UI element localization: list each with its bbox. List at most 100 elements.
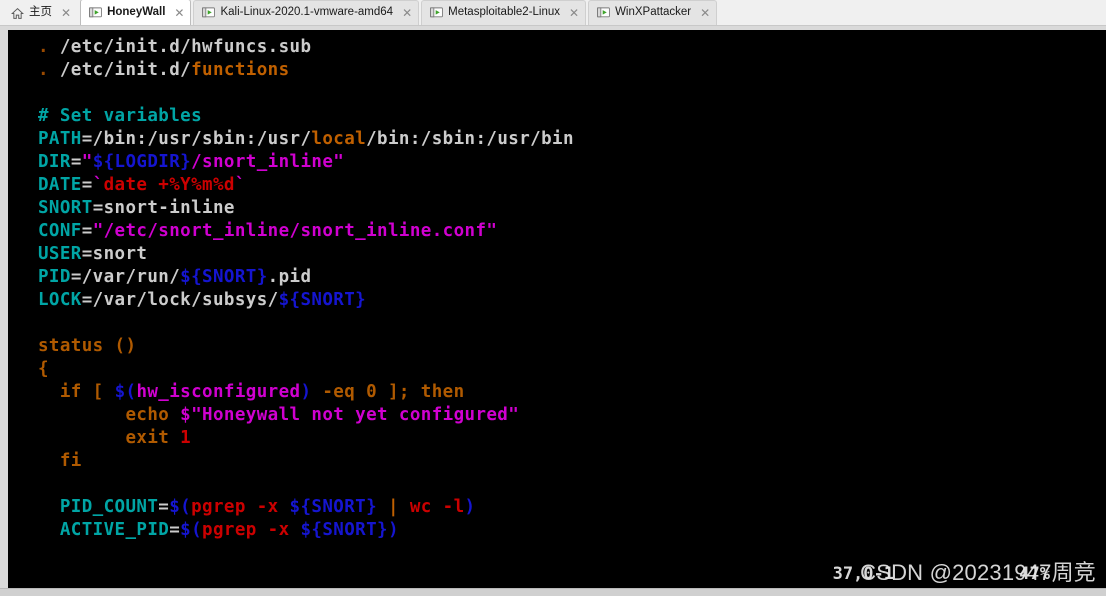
vim-editor-text: . /etc/init.d/hwfuncs.sub. /etc/init.d/f… <box>38 36 574 542</box>
code-token: functions <box>191 60 290 80</box>
code-line: PID=/var/run/${SNORT}.pid <box>38 266 574 289</box>
vmware-workstation-window: 主页 ✕ HoneyWall ✕ Kali-Linux-2020.1-vmware-am… <box>0 0 1106 596</box>
code-token: ACTIVE_PID <box>38 520 170 540</box>
tab-honeywall[interactable]: HoneyWall ✕ <box>80 0 192 25</box>
code-token: .pid <box>267 267 312 287</box>
close-icon[interactable]: ✕ <box>61 7 71 19</box>
code-token: /bin:/sbin:/usr/bin <box>366 129 574 149</box>
code-token: =snort-inline <box>92 198 235 218</box>
code-line: DIR="${LOGDIR}/snort_inline" <box>38 151 574 174</box>
tab-[interactable]: 主页 ✕ <box>2 0 79 25</box>
code-token: 1 <box>180 428 192 448</box>
code-line: { <box>38 358 574 381</box>
code-token: ) <box>387 520 399 540</box>
code-token: hw_isconfigured <box>136 382 301 402</box>
code-token: ${LOGDIR} <box>92 152 192 172</box>
tab-kali-linux-2020-1-vmware-amd64[interactable]: Kali-Linux-2020.1-vmware-amd64 ✕ <box>193 0 420 25</box>
vm-console-frame: . /etc/init.d/hwfuncs.sub. /etc/init.d/f… <box>0 26 1106 596</box>
code-token: = <box>81 221 93 241</box>
code-token: /etc/init.d/ <box>48 60 192 80</box>
code-token: PID_COUNT <box>38 497 159 517</box>
code-token: wc -l <box>398 497 465 517</box>
tab-label: 主页 <box>29 6 52 19</box>
tab-label: HoneyWall <box>107 5 166 18</box>
code-line: status () <box>38 335 574 358</box>
tab-metasploitable2-linux[interactable]: Metasploitable2-Linux ✕ <box>421 0 587 25</box>
code-token: = <box>70 152 82 172</box>
code-line: . /etc/init.d/functions <box>38 59 574 82</box>
code-token: ${SNORT} <box>289 497 378 517</box>
code-token: fi <box>38 451 82 471</box>
code-token: PATH <box>38 129 82 149</box>
code-token: =/bin:/usr/sbin:/usr/ <box>81 129 312 149</box>
code-token: USER <box>38 244 82 264</box>
home-icon <box>11 7 24 20</box>
code-token: # Set variables <box>38 106 203 126</box>
code-token: | <box>387 497 399 517</box>
vm-icon <box>89 6 102 19</box>
terminal-screen[interactable]: . /etc/init.d/hwfuncs.sub. /etc/init.d/f… <box>8 30 1106 588</box>
code-token: DIR <box>38 152 71 172</box>
close-icon[interactable]: ✕ <box>700 7 710 19</box>
frame-left-edge <box>0 26 8 596</box>
code-token: ` <box>234 175 246 195</box>
close-icon[interactable]: ✕ <box>402 7 412 19</box>
code-token: exit <box>38 428 181 448</box>
code-token: $( <box>180 520 203 540</box>
code-token: status () <box>38 336 137 356</box>
code-token: =snort <box>81 244 148 264</box>
code-token: ${SNORT} <box>278 290 367 310</box>
code-token: " <box>81 152 93 172</box>
code-token: if [ <box>38 382 115 402</box>
code-line: fi <box>38 450 574 473</box>
code-line: PATH=/bin:/usr/sbin:/usr/local/bin:/sbin… <box>38 128 574 151</box>
code-token: ${SNORT} <box>300 520 388 540</box>
csdn-watermark: CSDN @20231947周竞 <box>860 560 1096 585</box>
vm-icon <box>430 7 444 19</box>
code-line: if [ $(hw_isconfigured) -eq 0 ]; then <box>38 381 574 404</box>
code-token: pgrep -x <box>191 497 290 517</box>
tab-bar: 主页 ✕ HoneyWall ✕ Kali-Linux-2020.1-vmware-am… <box>0 0 1106 26</box>
code-token: SNORT <box>38 198 93 218</box>
code-token: local <box>311 129 367 149</box>
code-line: USER=snort <box>38 243 574 266</box>
code-line: CONF="/etc/snort_inline/snort_inline.con… <box>38 220 574 243</box>
code-line: ACTIVE_PID=$(pgrep -x ${SNORT}) <box>38 519 574 542</box>
close-icon[interactable]: ✕ <box>174 7 184 19</box>
code-token: pgrep -x <box>202 520 301 540</box>
code-token: $( <box>169 497 192 517</box>
code-line: . /etc/init.d/hwfuncs.sub <box>38 36 574 59</box>
code-line: SNORT=snort-inline <box>38 197 574 220</box>
tab-winxpattacker[interactable]: WinXPattacker ✕ <box>588 0 718 25</box>
frame-bottom-edge <box>0 588 1106 596</box>
code-token: ` <box>92 175 104 195</box>
code-token: date +%Y%m%d <box>103 175 235 195</box>
tab-label: WinXPattacker <box>615 6 692 19</box>
code-token: ) <box>300 382 312 402</box>
tab-label: Kali-Linux-2020.1-vmware-amd64 <box>220 6 394 19</box>
code-token: -eq 0 ]; then <box>311 382 465 402</box>
code-token: /snort_inline" <box>191 152 345 172</box>
close-icon[interactable]: ✕ <box>569 7 579 19</box>
vm-icon <box>202 7 216 19</box>
tab-label: Metasploitable2-Linux <box>448 6 561 19</box>
code-token: $"Honeywall not yet configured" <box>180 405 520 425</box>
code-token: { <box>38 359 49 379</box>
code-token: . <box>38 37 49 57</box>
code-token: = <box>169 520 181 540</box>
code-line: echo $"Honeywall not yet configured" <box>38 404 574 427</box>
code-token: =/var/lock/subsys/ <box>81 290 279 310</box>
code-token: PID <box>38 267 71 287</box>
code-token: /etc/init.d/hwfuncs.sub <box>48 37 312 57</box>
code-token: =/var/run/ <box>70 267 181 287</box>
code-token: = <box>81 175 93 195</box>
code-token: LOCK <box>38 290 82 310</box>
code-line: PID_COUNT=$(pgrep -x ${SNORT} | wc -l) <box>38 496 574 519</box>
code-token: echo <box>38 405 181 425</box>
code-line: # Set variables <box>38 105 574 128</box>
code-line: DATE=`date +%Y%m%d` <box>38 174 574 197</box>
code-token: $( <box>114 382 137 402</box>
code-line: exit 1 <box>38 427 574 450</box>
